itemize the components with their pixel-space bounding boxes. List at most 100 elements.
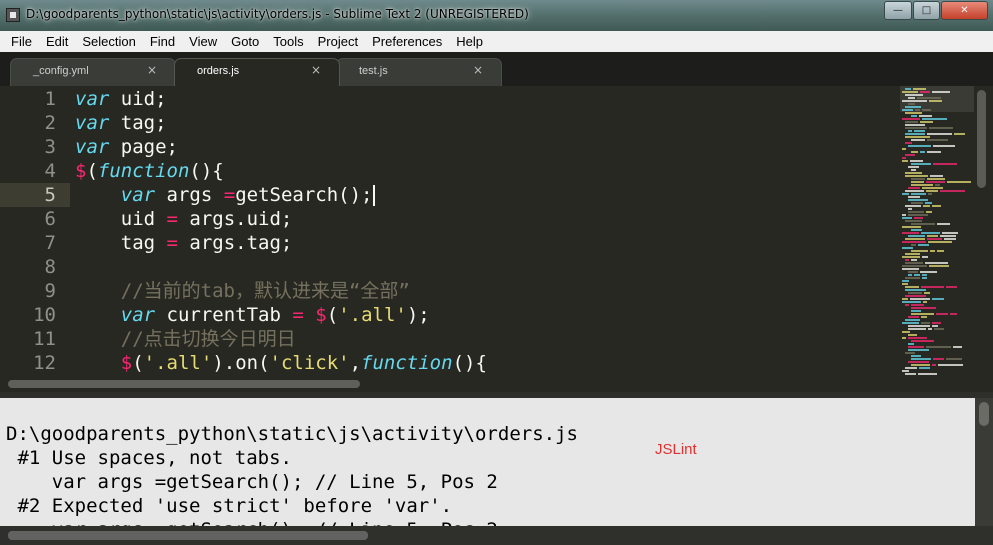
minimap-line (908, 325, 930, 327)
minimap-line (929, 100, 942, 102)
code-token: $ (315, 304, 327, 326)
code-token: $ (75, 160, 87, 182)
code-token: , (349, 352, 362, 374)
minimap-line (919, 367, 930, 369)
minimap-line (902, 283, 908, 285)
app-icon (6, 8, 20, 22)
minimap-line (932, 91, 950, 93)
output-vertical-scrollbar[interactable] (975, 398, 993, 526)
minimap-line (913, 88, 926, 90)
minimap-line (938, 364, 963, 366)
menu-find[interactable]: Find (143, 34, 182, 49)
tab-config-yml[interactable]: _config.yml × (10, 58, 176, 86)
minimap-line (905, 259, 909, 261)
minimap-line (926, 346, 951, 348)
minimap-line (902, 370, 909, 372)
minimap-line (908, 343, 914, 345)
output-panel[interactable]: D:\goodparents_python\static\js\activity… (0, 398, 975, 526)
tab-close-icon[interactable]: × (311, 63, 321, 77)
title-bar: D:\goodparents_python\static\js\activity… (0, 0, 993, 31)
minimap-line (905, 133, 925, 135)
code-token: = (166, 232, 178, 254)
code-token: var (120, 184, 156, 206)
line-number: 8 (44, 256, 56, 278)
minimap-line (911, 223, 935, 225)
code-token: var (75, 112, 110, 134)
tab-close-icon[interactable]: × (147, 63, 157, 77)
minimap-line (902, 118, 920, 120)
minimap-line (911, 358, 931, 360)
tab-label: _config.yml (33, 65, 89, 77)
window-title: D:\goodparents_python\static\js\activity… (26, 7, 529, 21)
code-token: (){ (452, 352, 487, 374)
output-horizontal-scrollbar[interactable] (0, 526, 993, 545)
minimap-line (905, 142, 912, 144)
scrollbar-thumb[interactable] (979, 402, 989, 426)
editor-horizontal-scrollbar[interactable] (0, 376, 993, 392)
editor-vertical-scrollbar[interactable] (975, 86, 989, 376)
minimap-line (926, 211, 932, 213)
menu-selection[interactable]: Selection (75, 34, 142, 49)
minimap-line (922, 256, 928, 258)
menu-view[interactable]: View (182, 34, 224, 49)
minimap-line (908, 361, 929, 363)
menu-project[interactable]: Project (311, 34, 365, 49)
tab-orders-js[interactable]: orders.js × (174, 58, 340, 86)
minimap[interactable] (900, 86, 974, 376)
code-token: ( (86, 160, 98, 182)
line-number: 10 (33, 304, 56, 326)
menu-tools[interactable]: Tools (266, 34, 310, 49)
minimap-line (920, 151, 925, 153)
minimap-line (902, 247, 913, 249)
minimap-line (923, 205, 930, 207)
minimap-line (911, 229, 922, 231)
text-cursor (373, 185, 376, 206)
minimap-line (911, 355, 921, 357)
tab-close-icon[interactable]: × (473, 63, 483, 77)
code-token: uid (75, 208, 167, 230)
minimap-line (905, 304, 909, 306)
minimap-line (905, 154, 915, 156)
menu-file[interactable]: File (4, 34, 39, 49)
code-area[interactable]: var uid; var tag; var page; $(function(){ v… (75, 86, 895, 376)
minimap-line (921, 322, 930, 324)
minimap-line (924, 292, 930, 294)
minimap-line (911, 310, 921, 312)
line-number: 2 (44, 112, 56, 134)
minimap-line (917, 97, 941, 99)
menu-help[interactable]: Help (449, 34, 490, 49)
minimap-line (911, 202, 923, 204)
minimap-line (922, 187, 943, 189)
tab-test-js[interactable]: test.js × (336, 58, 502, 86)
minimap-line (911, 364, 930, 366)
minimap-line (921, 316, 927, 318)
minimap-line (905, 253, 920, 255)
minimap-line (911, 151, 918, 153)
close-window-button[interactable]: ✕ (941, 1, 988, 20)
maximize-button[interactable]: □ (913, 1, 940, 20)
scrollbar-thumb[interactable] (977, 90, 986, 188)
minimap-line (908, 196, 920, 198)
menu-preferences[interactable]: Preferences (365, 34, 449, 49)
minimap-line (911, 181, 924, 183)
scrollbar-thumb[interactable] (8, 380, 360, 388)
minimap-line (908, 316, 919, 318)
minimize-button[interactable]: — (884, 1, 912, 20)
minimap-line (932, 364, 936, 366)
minimap-line (902, 337, 906, 339)
menu-goto[interactable]: Goto (224, 34, 266, 49)
line-number: 4 (44, 160, 56, 182)
minimap-line (905, 286, 919, 288)
minimap-line (905, 124, 925, 126)
minimap-line (908, 208, 912, 210)
tab-label: orders.js (197, 65, 240, 77)
scrollbar-thumb[interactable] (8, 531, 368, 540)
minimap-line (921, 232, 940, 234)
minimap-line (925, 262, 948, 264)
code-editor[interactable]: 1 2 3 4 5 6 7 8 9 10 11 12 var uid; var tag; var page… (0, 86, 993, 376)
menu-edit[interactable]: Edit (39, 34, 75, 49)
minimap-line (932, 205, 941, 207)
code-token: //点击切换今日明日 (120, 328, 296, 350)
minimap-line (905, 289, 926, 291)
minimap-line (911, 139, 925, 141)
